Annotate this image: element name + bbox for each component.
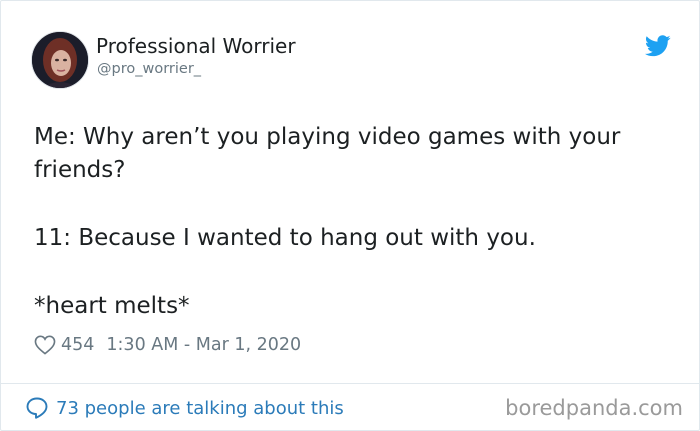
tweet-text: Me: Why aren’t you playing video games w… <box>34 121 674 323</box>
tweet-card: Professional Worrier @pro_worrier_ Me: W… <box>0 0 700 431</box>
heart-icon[interactable] <box>34 335 56 355</box>
like-count[interactable]: 454 <box>61 335 94 355</box>
tweet-meta: 454 1:30 AM - Mar 1, 2020 <box>34 333 301 357</box>
author-handle[interactable]: @pro_worrier_ <box>97 61 201 77</box>
timestamp[interactable]: 1:30 AM - Mar 1, 2020 <box>106 335 301 355</box>
tweet-footer: 73 people are talking about this boredpa… <box>25 394 683 422</box>
speech-bubble-icon <box>26 397 48 419</box>
conversation-label[interactable]: 73 people are talking about this <box>56 398 344 419</box>
divider <box>1 383 699 384</box>
author-name[interactable]: Professional Worrier <box>96 34 296 58</box>
twitter-bird-icon[interactable] <box>645 35 671 57</box>
conversation-link[interactable]: 73 people are talking about this <box>25 396 344 420</box>
tweet-line-question: Me: Why aren’t you playing video games w… <box>34 124 621 183</box>
tweet-header: Professional Worrier @pro_worrier_ <box>31 31 671 89</box>
watermark: boredpanda.com <box>505 396 683 420</box>
avatar[interactable] <box>31 31 89 89</box>
tweet-line-reaction: *heart melts* <box>34 293 190 319</box>
tweet-line-answer: 11: Because I wanted to hang out with yo… <box>34 225 536 251</box>
